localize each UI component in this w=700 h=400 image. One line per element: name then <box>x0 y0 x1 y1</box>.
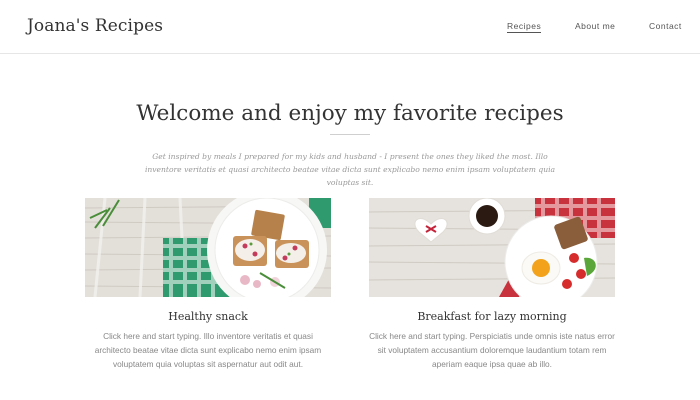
intro-text: Get inspired by meals I prepared for my … <box>144 152 556 187</box>
card-description: Click here and start typing. Perspiciati… <box>369 331 615 370</box>
recipe-card-healthy-snack: Healthy snack Click here and start typin… <box>85 198 331 372</box>
nav-item-contact[interactable]: Contact <box>649 21 682 31</box>
title-divider <box>330 134 370 135</box>
site-header: Joana's Recipes Recipes About me Contact <box>0 0 700 54</box>
card-title[interactable]: Breakfast for lazy morning <box>369 310 615 323</box>
healthy-snack-image[interactable] <box>85 198 331 297</box>
breakfast-image[interactable] <box>369 198 615 297</box>
site-title[interactable]: Joana's Recipes <box>27 16 163 36</box>
nav-item-about-me[interactable]: About me <box>575 21 615 31</box>
page-title: Welcome and enjoy my favorite recipes <box>136 101 564 126</box>
card-title[interactable]: Healthy snack <box>85 310 331 323</box>
nav-item-recipes[interactable]: Recipes <box>507 21 542 33</box>
recipe-card-breakfast: Breakfast for lazy morning Click here an… <box>369 198 615 372</box>
card-description: Click here and start typing. Illo invent… <box>94 331 322 370</box>
